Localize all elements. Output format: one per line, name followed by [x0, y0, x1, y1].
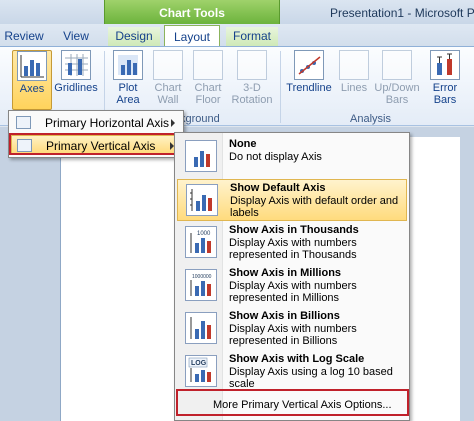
option-default-desc: Display Axis with default order and labe…	[230, 195, 399, 219]
up-down-bars-label-2: Bars	[385, 94, 409, 106]
option-billions-desc: Display Axis with numbers represented in…	[229, 323, 357, 347]
plot-area-icon	[113, 50, 143, 80]
trendline-label: Trendline	[286, 82, 332, 94]
axes-button[interactable]: Axes	[12, 50, 52, 110]
error-bars-icon	[430, 50, 460, 80]
tab-view[interactable]: View	[58, 27, 94, 46]
log-icon-text: LOG	[191, 360, 207, 367]
horizontal-axis-icon	[16, 116, 31, 129]
plot-area-label-2: Area	[116, 94, 140, 106]
title-bar: Chart Tools Presentation1 - Microsoft P	[0, 0, 474, 24]
chart-floor-button[interactable]: Chart Floor	[190, 50, 226, 106]
option-thousands-desc: Display Axis with numbers represented in…	[229, 237, 357, 261]
gridlines-icon	[61, 50, 91, 80]
chart-wall-icon	[153, 50, 183, 80]
option-none[interactable]: None Do not display Axis	[177, 136, 407, 178]
option-show-axis-millions[interactable]: 1000000 Show Axis in Millions Display Ax…	[177, 265, 407, 307]
up-down-bars-button[interactable]: Up/Down Bars	[372, 50, 422, 106]
tab-format[interactable]: Format	[226, 27, 278, 46]
3d-rotation-label-1: 3-D	[243, 82, 261, 94]
axes-icon	[17, 51, 47, 81]
option-thousands-title: Show Axis in Thousands	[229, 224, 359, 236]
millions-icon-text: 1000000	[192, 274, 212, 280]
group-label-background: kground	[180, 113, 220, 125]
option-millions-title: Show Axis in Millions	[229, 267, 342, 279]
chart-floor-icon	[193, 50, 223, 80]
lines-button[interactable]: Lines	[338, 50, 370, 94]
horizontal-axis-label: Primary Horizontal Axis	[45, 116, 170, 130]
chart-wall-button[interactable]: Chart Wall	[150, 50, 186, 106]
callout-vertical-axis	[9, 133, 181, 155]
axes-label: Axes	[19, 83, 45, 95]
group-separator	[280, 51, 281, 123]
window-title: Presentation1 - Microsoft P	[330, 6, 474, 20]
up-down-bars-icon	[382, 50, 412, 80]
error-bars-label-2: Bars	[433, 94, 457, 106]
chart-wall-label-1: Chart	[154, 82, 182, 94]
option-millions-desc: Display Axis with numbers represented in…	[229, 280, 357, 304]
option-show-default-axis[interactable]: Show Default Axis Display Axis with defa…	[177, 179, 407, 221]
tab-layout[interactable]: Layout	[164, 25, 220, 47]
chart-floor-label-1: Chart	[194, 82, 222, 94]
menu-item-primary-horizontal-axis[interactable]: Primary Horizontal Axis	[11, 113, 181, 133]
up-down-bars-label-1: Up/Down	[374, 82, 420, 94]
option-log-title: Show Axis with Log Scale	[229, 353, 365, 365]
context-title: Chart Tools	[159, 6, 225, 20]
option-none-title: None	[229, 138, 257, 150]
option-log-desc: Display Axis using a log 10 based scale	[229, 366, 393, 390]
callout-more-options	[176, 389, 409, 416]
millions-axis-icon: 1000000	[185, 269, 217, 301]
option-show-axis-thousands[interactable]: 1000 Show Axis in Thousands Display Axis…	[177, 222, 407, 264]
error-bars-label-1: Error	[432, 82, 458, 94]
group-label-analysis: Analysis	[350, 113, 391, 125]
3d-rotation-button[interactable]: 3-D Rotation	[228, 50, 276, 106]
plot-area-button[interactable]: Plot Area	[110, 50, 146, 106]
option-show-axis-log-scale[interactable]: LOG Show Axis with Log Scale Display Axi…	[177, 351, 407, 393]
log-scale-axis-icon: LOG	[185, 355, 217, 387]
option-billions-title: Show Axis in Billions	[229, 310, 340, 322]
thousands-icon-text: 1000	[197, 231, 211, 237]
plot-area-label-1: Plot	[118, 82, 138, 94]
option-show-axis-billions[interactable]: Show Axis in Billions Display Axis with …	[177, 308, 407, 350]
option-none-desc: Do not display Axis	[229, 151, 322, 163]
option-default-title: Show Default Axis	[230, 182, 326, 194]
chart-floor-label-2: Floor	[195, 94, 221, 106]
lines-label: Lines	[340, 82, 368, 94]
vertical-axis-submenu: None Do not display Axis Show Default Ax…	[174, 132, 410, 421]
submenu-arrow-icon	[171, 119, 175, 127]
trendline-icon	[294, 50, 324, 80]
error-bars-button[interactable]: Error Bars	[426, 50, 464, 106]
chart-tools-context-header: Chart Tools	[104, 0, 280, 24]
3d-rotation-icon	[237, 50, 267, 80]
chart-wall-label-2: Wall	[157, 94, 179, 106]
billions-axis-icon	[185, 312, 217, 344]
thousands-axis-icon: 1000	[185, 226, 217, 258]
default-axis-icon	[186, 184, 218, 216]
lines-icon	[339, 50, 369, 80]
gridlines-button[interactable]: Gridlines	[54, 50, 98, 94]
tab-design[interactable]: Design	[108, 27, 160, 46]
no-axis-icon	[185, 140, 217, 172]
trendline-button[interactable]: Trendline	[284, 50, 334, 94]
ribbon-tabs: Review View Design Layout Format	[0, 24, 474, 47]
3d-rotation-label-2: Rotation	[231, 94, 273, 106]
gridlines-label: Gridlines	[54, 82, 98, 94]
tab-review[interactable]: Review	[4, 27, 44, 46]
